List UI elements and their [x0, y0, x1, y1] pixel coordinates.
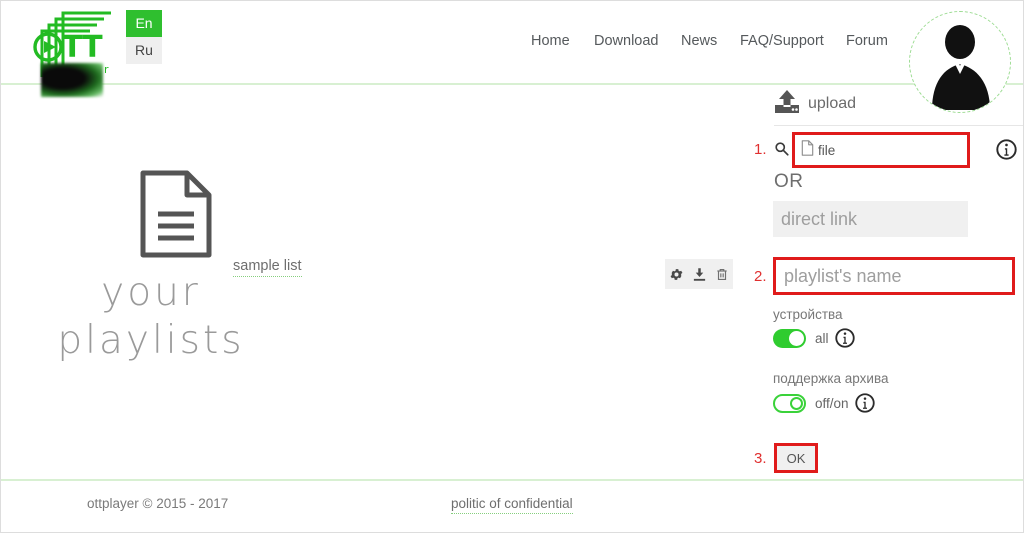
step-number-2: 2. [754, 268, 767, 285]
language-switcher[interactable]: En Ru [126, 10, 162, 64]
ottplayer-page: TT player En Ru Home Download News FAQ/S… [0, 0, 1024, 533]
info-icon-archive[interactable] [854, 393, 875, 413]
sample-list-link[interactable]: sample list [233, 258, 302, 277]
step-number-3: 3. [754, 450, 767, 467]
language-option-ru[interactable]: Ru [126, 37, 162, 64]
nav-item-forum[interactable]: Forum [846, 33, 888, 49]
gear-icon[interactable] [669, 267, 684, 282]
upload-panel: upload 1. file OR direct link 2. playlis… [746, 85, 1023, 479]
nav-item-news[interactable]: News [681, 33, 717, 49]
archive-toggle-knob [790, 396, 803, 410]
upload-header: upload [774, 89, 856, 119]
download-icon[interactable] [692, 267, 707, 282]
empty-playlists-line2: playlists [57, 318, 245, 363]
devices-toggle-knob [789, 330, 804, 346]
copyright-text: ottplayer © 2015 - 2017 [87, 496, 229, 511]
avatar-icon [911, 13, 1007, 110]
nav-item-download[interactable]: Download [594, 33, 659, 49]
site-header: TT player En Ru Home Download News FAQ/S… [1, 1, 1023, 113]
direct-link-input[interactable] [773, 201, 968, 237]
info-icon-file[interactable] [996, 139, 1017, 165]
archive-toggle-row: off/on [773, 393, 875, 413]
language-option-en[interactable]: En [126, 10, 162, 37]
privacy-policy-link[interactable]: politic of confidential [451, 496, 573, 514]
search-icon[interactable] [774, 141, 789, 161]
playlist-actions-toolbar [665, 259, 733, 289]
nav-item-home[interactable]: Home [531, 33, 570, 49]
file-input-row: file [774, 132, 1023, 168]
devices-label: устройства [773, 307, 843, 322]
archive-label: поддержка архива [773, 371, 889, 386]
or-separator: OR [774, 171, 804, 192]
document-icon [139, 170, 213, 258]
ok-button[interactable]: OK [774, 443, 818, 473]
archive-toggle[interactable] [773, 393, 806, 413]
info-icon-devices[interactable] [834, 328, 855, 348]
file-select-field[interactable]: file [792, 132, 970, 168]
step-number-1: 1. [754, 141, 767, 158]
file-icon [801, 139, 814, 161]
upload-title: upload [808, 95, 857, 112]
svg-text:TT: TT [62, 30, 103, 65]
archive-toggle-label: off/on [815, 395, 849, 411]
playlist-name-input[interactable] [773, 257, 1015, 295]
site-footer: ottplayer © 2015 - 2017 politic of confi… [1, 479, 1023, 532]
avatar-overlay-smudge [41, 63, 103, 97]
main-content: your playlists sample list upload 1. fil… [1, 85, 1023, 479]
upload-icon [774, 89, 800, 119]
main-navigation: Home Download News FAQ/Support Forum [521, 33, 911, 55]
upload-divider [774, 125, 1023, 126]
file-value-text: file [818, 142, 836, 158]
user-avatar[interactable] [909, 11, 1011, 113]
nav-item-faq-support[interactable]: FAQ/Support [740, 33, 824, 49]
devices-toggle[interactable] [773, 328, 806, 348]
trash-icon[interactable] [715, 267, 729, 282]
devices-toggle-row: all [773, 328, 855, 348]
devices-toggle-label: all [815, 330, 829, 346]
empty-playlists-title: your playlists [1, 269, 301, 365]
